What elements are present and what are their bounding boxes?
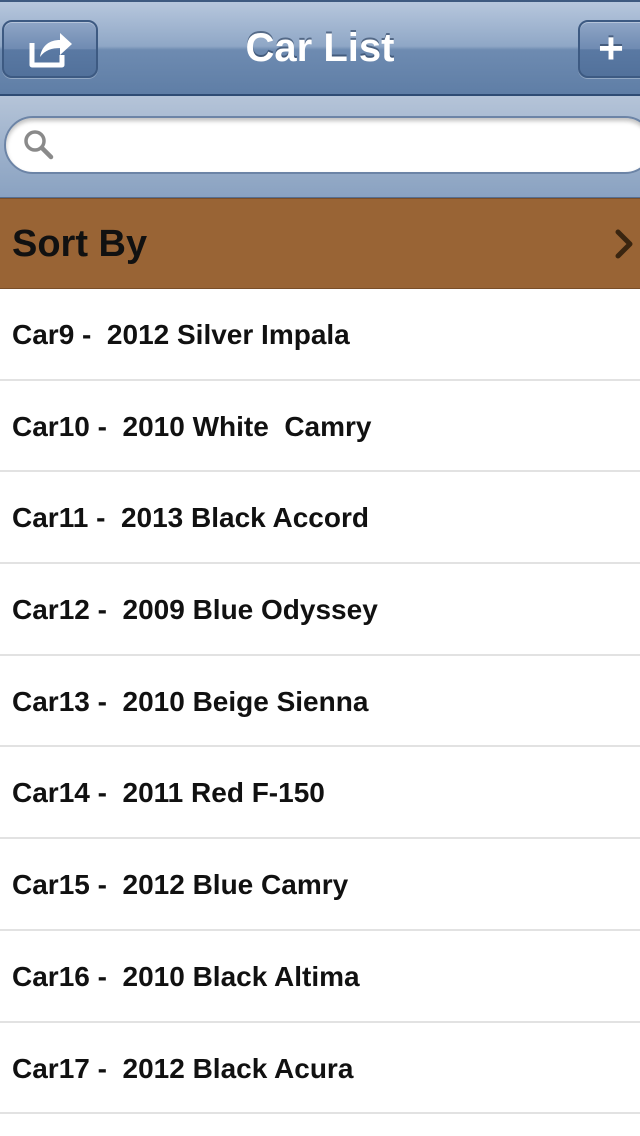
list-item[interactable]: Car15 - 2012 Blue Camry <box>0 839 640 931</box>
car-label: Car13 - 2010 Beige Sienna <box>12 685 369 717</box>
car-label: Car11 - 2013 Black Accord <box>12 502 369 534</box>
list-item[interactable]: Car9 - 2012 Silver Impala <box>0 289 640 381</box>
list-item[interactable]: Car16 - 2010 Black Altima <box>0 930 640 1023</box>
list-item[interactable]: Car17 - 2012 Black Acura <box>0 1022 640 1115</box>
list-item[interactable]: Car13 - 2010 Beige Sienna <box>0 655 640 748</box>
search-icon <box>24 130 54 160</box>
car-label: Car14 - 2011 Red F-150 <box>12 777 325 809</box>
navigation-bar: Car List + <box>0 0 640 96</box>
list-item[interactable]: Car12 - 2009 Blue Odyssey <box>0 564 640 656</box>
list-item[interactable]: Car14 - 2011 Red F-150 <box>0 747 640 840</box>
car-label: Car15 - 2012 Blue Camry <box>12 869 349 901</box>
car-label: Car10 - 2010 White Camry <box>12 410 372 442</box>
search-input[interactable] <box>66 126 630 168</box>
car-list: Car9 - 2012 Silver Impala Car10 - 2010 W… <box>0 289 640 1115</box>
plus-icon: + <box>598 24 624 73</box>
page-title: Car List <box>245 26 395 70</box>
chevron-right-icon <box>615 229 633 259</box>
car-label: Car9 - 2012 Silver Impala <box>12 319 350 350</box>
list-item[interactable]: Car11 - 2013 Black Accord <box>0 472 640 565</box>
sort-by-row[interactable]: Sort By <box>0 198 640 289</box>
add-car-button[interactable]: + <box>578 20 640 78</box>
search-bar <box>0 96 640 198</box>
car-label: Car17 - 2012 Black Acura <box>12 1052 354 1084</box>
car-label: Car16 - 2010 Black Altima <box>12 960 360 992</box>
search-field-container[interactable] <box>4 116 640 174</box>
list-item[interactable]: Car10 - 2010 White Camry <box>0 380 640 473</box>
car-label: Car12 - 2009 Blue Odyssey <box>12 594 378 626</box>
sort-by-label: Sort By <box>12 223 148 265</box>
